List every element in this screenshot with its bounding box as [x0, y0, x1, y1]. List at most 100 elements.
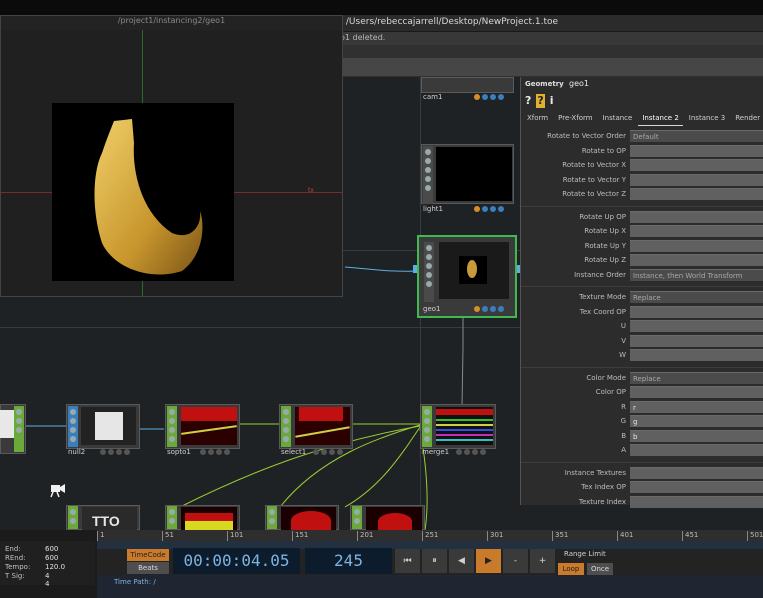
tab-instance[interactable]: Instance	[598, 111, 637, 126]
param-separator	[521, 366, 763, 368]
node-preview	[81, 407, 136, 445]
param-field[interactable]	[630, 481, 763, 493]
info-value[interactable]: 600	[45, 545, 58, 553]
param-field[interactable]: b	[630, 429, 763, 442]
param-field[interactable]: g	[630, 415, 763, 427]
param-dropdown[interactable]: Replace	[630, 371, 763, 384]
param-field[interactable]	[630, 159, 763, 171]
param-field[interactable]	[630, 144, 763, 157]
param-row: Rotate Up X	[521, 225, 763, 239]
param-field[interactable]	[630, 173, 763, 186]
param-dropdown[interactable]: Default	[630, 130, 763, 142]
param-row: U	[521, 320, 763, 334]
rewind-button[interactable]: ⏮	[395, 549, 420, 573]
step-back-button[interactable]: ◀	[449, 549, 474, 573]
node-flags[interactable]	[474, 306, 504, 313]
op-name-field[interactable]: geo1	[569, 79, 589, 88]
param-field[interactable]	[630, 444, 763, 456]
viewer-canvas[interactable]: tx	[1, 30, 342, 296]
timeline-info-row: End: 600	[5, 545, 58, 553]
ruler-tick: 351	[552, 531, 568, 541]
geometry-viewer[interactable]: /project1/instancing2/geo1 tx	[0, 15, 343, 297]
param-row: Rotate Up Y	[521, 239, 763, 254]
param-field[interactable]	[630, 305, 763, 318]
node-flags[interactable]	[456, 449, 486, 456]
param-field[interactable]	[630, 188, 763, 200]
info-icon[interactable]: i	[550, 94, 554, 108]
tab-instance-3[interactable]: Instance 3	[684, 111, 730, 126]
node-label: sopto1	[167, 448, 191, 456]
once-button[interactable]: Once	[587, 563, 613, 575]
pause-button[interactable]: ⏸	[422, 549, 447, 573]
input-connector[interactable]	[413, 265, 417, 273]
node-preview	[281, 507, 336, 530]
tab-pre-xform[interactable]: Pre-Xform	[554, 111, 597, 126]
node-null2[interactable]: null2	[66, 404, 140, 456]
param-field[interactable]	[630, 239, 763, 252]
param-field[interactable]	[630, 334, 763, 347]
param-field[interactable]	[630, 386, 763, 398]
node-text-partial[interactable]: TTO	[66, 505, 140, 530]
node-chart-partial-2[interactable]	[265, 505, 339, 530]
param-label: Rotate Up OP	[579, 212, 626, 221]
banana-render	[94, 119, 203, 275]
ruler-tick: 151	[292, 531, 308, 541]
param-label: A	[621, 446, 626, 454]
info-value[interactable]: 600	[45, 554, 58, 562]
status-message: o1 deleted.	[340, 33, 386, 42]
node-light1[interactable]: light1	[421, 144, 514, 214]
node-geo1[interactable]: geo1	[413, 235, 521, 318]
param-field[interactable]: r	[630, 400, 763, 413]
tab-xform[interactable]: Xform	[523, 111, 553, 126]
param-field[interactable]	[630, 495, 763, 508]
timecode-button[interactable]: TimeCode	[127, 549, 169, 561]
node-flags[interactable]	[474, 206, 504, 213]
network-path-bar[interactable]	[342, 58, 763, 76]
node-chart-partial-1[interactable]	[165, 505, 240, 530]
param-field[interactable]	[630, 225, 763, 237]
param-field[interactable]	[630, 466, 763, 479]
tab-render[interactable]: Render	[731, 111, 763, 126]
play-button[interactable]: ▶	[476, 549, 501, 573]
help-icon[interactable]: ?	[525, 94, 531, 108]
node-flags[interactable]	[200, 449, 230, 456]
frame-display[interactable]: 245	[305, 548, 392, 574]
param-field[interactable]	[630, 254, 763, 266]
beats-button[interactable]: Beats	[127, 562, 169, 574]
param-field[interactable]	[630, 320, 763, 332]
param-label: Texture Mode	[579, 293, 626, 301]
node-partial-left[interactable]	[0, 404, 26, 454]
param-dropdown[interactable]: Replace	[630, 291, 763, 303]
param-field[interactable]	[630, 210, 763, 223]
timecode-display[interactable]: 00:00:04.05	[173, 548, 300, 574]
node-label: merge1	[422, 448, 450, 456]
param-field[interactable]	[630, 349, 763, 361]
param-label: Rotate Up Y	[584, 241, 626, 250]
param-label: Tex Index OP	[581, 483, 626, 491]
timeline-info-row: REnd: 600	[5, 554, 58, 562]
node-sopto1[interactable]: sopto1	[165, 404, 240, 456]
node-flags[interactable]	[474, 94, 504, 101]
loop-button[interactable]: Loop	[558, 563, 584, 575]
tab-instance-2[interactable]: Instance 2	[638, 111, 683, 126]
param-label: B	[621, 431, 626, 440]
info-label: End:	[5, 545, 21, 553]
increment-button[interactable]: +	[530, 549, 555, 573]
node-chart-partial-3[interactable]	[350, 505, 425, 530]
info-value[interactable]: 120.0	[45, 563, 65, 571]
timeline-info-row: T Sig: 4 4	[5, 572, 49, 588]
param-row: Rotate to Vector X	[521, 159, 763, 173]
node-flags[interactable]	[313, 449, 343, 456]
param-label: Instance Textures	[564, 468, 626, 477]
camera-icon[interactable]	[49, 482, 67, 498]
decrement-button[interactable]: -	[503, 549, 528, 573]
node-merge1[interactable]: merge1	[420, 404, 496, 456]
node-select1[interactable]: select1	[279, 404, 353, 456]
node-flags[interactable]	[100, 449, 130, 456]
python-help-icon[interactable]: ?	[536, 94, 545, 108]
info-value[interactable]: 4 4	[45, 572, 49, 588]
timeline-ruler[interactable]: 1 51 101 151 201 251 301 351 401 451 501	[97, 530, 763, 541]
param-dropdown[interactable]: Instance, then World Transform	[630, 268, 763, 281]
node-cam1[interactable]: cam1	[421, 77, 514, 102]
op-type-label: Geometry	[525, 80, 564, 88]
